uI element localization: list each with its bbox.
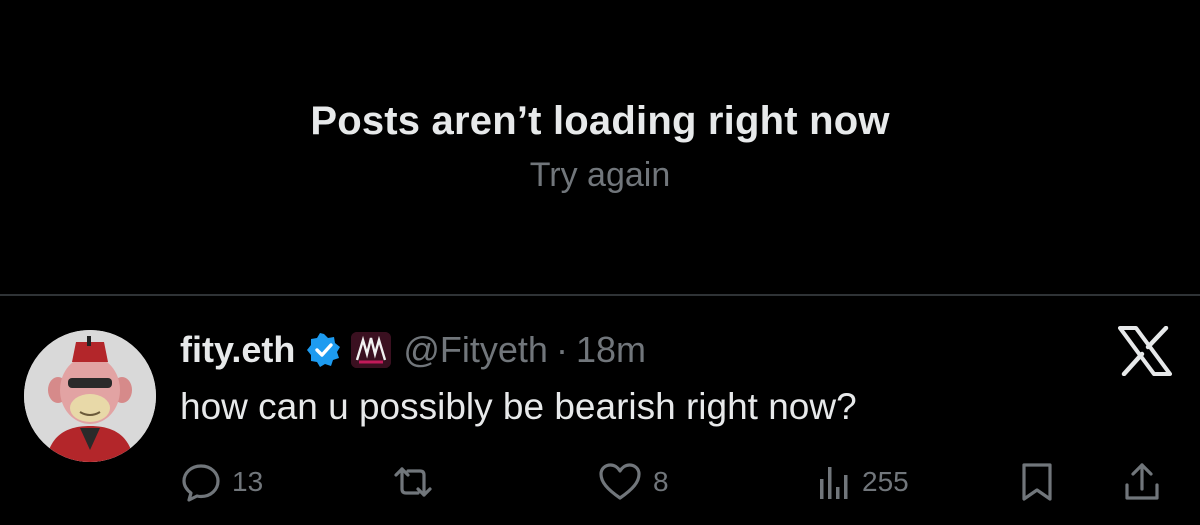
post-card[interactable]: fity.eth @Fityeth · 18m how can u possib… <box>0 296 1200 525</box>
heart-icon <box>597 461 643 503</box>
like-button[interactable]: 8 <box>597 459 669 505</box>
view-count: 255 <box>862 466 909 497</box>
reply-count: 13 <box>232 466 264 497</box>
try-again-link[interactable]: Try again <box>0 156 1200 195</box>
reply-icon <box>180 461 222 503</box>
repost-button[interactable] <box>390 459 446 505</box>
x-logo-icon[interactable] <box>1118 325 1172 377</box>
user-handle[interactable]: @Fityeth <box>403 329 548 371</box>
like-count: 8 <box>653 466 669 497</box>
share-icon <box>1122 461 1162 503</box>
affiliate-badge-icon[interactable] <box>351 332 392 368</box>
views-icon <box>816 461 852 503</box>
avatar-ape-image <box>24 330 156 462</box>
views-button[interactable]: 255 <box>816 459 909 505</box>
repost-icon <box>390 461 436 503</box>
meta-separator: · <box>555 329 568 370</box>
post-timestamp[interactable]: 18m <box>576 329 646 371</box>
verified-badge-icon <box>307 333 341 367</box>
error-title: Posts aren’t loading right now <box>310 99 890 143</box>
post-text: how can u possibly be bearish right now? <box>180 386 857 427</box>
bookmark-button[interactable] <box>1017 459 1057 505</box>
avatar[interactable] <box>24 330 156 462</box>
display-name[interactable]: fity.eth <box>180 329 295 371</box>
error-message-block: Posts aren’t loading right now Try again <box>0 0 1200 295</box>
bookmark-icon <box>1017 461 1057 503</box>
post-actions-bar: 13 8 255 <box>180 459 1180 505</box>
reply-button[interactable]: 13 <box>180 459 263 505</box>
post-author-line: fity.eth @Fityeth · 18m <box>180 326 646 374</box>
share-button[interactable] <box>1122 459 1162 505</box>
